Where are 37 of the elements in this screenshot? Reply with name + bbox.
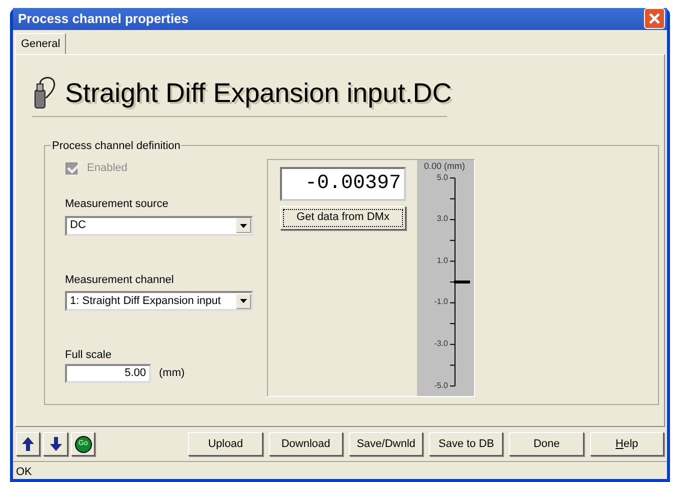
dropdown-value: 1: Straight Diff Expansion input	[70, 294, 221, 309]
dropdown-arrow-icon	[240, 299, 247, 303]
tick-label: 5.0	[436, 172, 448, 182]
gauge-header: 0.00 (mm)	[424, 160, 466, 173]
tick-label: -5.0	[434, 380, 448, 390]
dialog-button[interactable]: Upload	[188, 432, 263, 456]
measurement-source-dropdown[interactable]: DC	[65, 216, 253, 236]
tab[interactable]: General	[15, 32, 66, 54]
up-arrow-icon	[22, 437, 34, 451]
channel-heading: Straight Diff Expansion input.DC	[65, 77, 452, 110]
get-data-button[interactable]: Get data from DMx	[280, 206, 406, 230]
unit-label: (mm)	[159, 366, 185, 381]
nav-button[interactable]	[16, 432, 40, 456]
tick-label: 1.0	[436, 256, 448, 266]
dialog-button[interactable]: Save to DB	[429, 432, 504, 456]
down-arrow-icon	[50, 437, 62, 451]
full-scale-field[interactable]: 5.00	[65, 364, 151, 382]
close-button[interactable]	[644, 8, 665, 30]
window-title: Process channel properties	[18, 10, 189, 28]
dialog-button[interactable]: Save/Dwnld	[348, 432, 424, 456]
close-icon	[648, 12, 661, 26]
dropdown-value: DC	[70, 218, 86, 234]
dialog-button[interactable]: Help	[590, 432, 664, 456]
status-text: OK	[16, 466, 32, 478]
full-scale-label: Full scale	[65, 348, 112, 363]
measurement-source-label: Measurement source	[65, 197, 168, 212]
measurement-channel-label: Measurement channel	[65, 272, 174, 288]
dialog-button[interactable]: Download	[268, 432, 343, 456]
tick-label: -3.0	[434, 338, 448, 349]
nav-button[interactable]	[43, 432, 68, 456]
checkbox-label: Enabled	[87, 160, 128, 176]
reading-display: -0.00397	[280, 166, 406, 200]
tick-label: -1.0	[434, 297, 448, 308]
dialog-button[interactable]: Done	[509, 432, 584, 456]
dropdown-arrow-icon	[240, 224, 247, 228]
tick-label: 3.0	[436, 214, 448, 224]
measurement-channel-dropdown[interactable]: 1: Straight Diff Expansion input	[65, 291, 253, 311]
